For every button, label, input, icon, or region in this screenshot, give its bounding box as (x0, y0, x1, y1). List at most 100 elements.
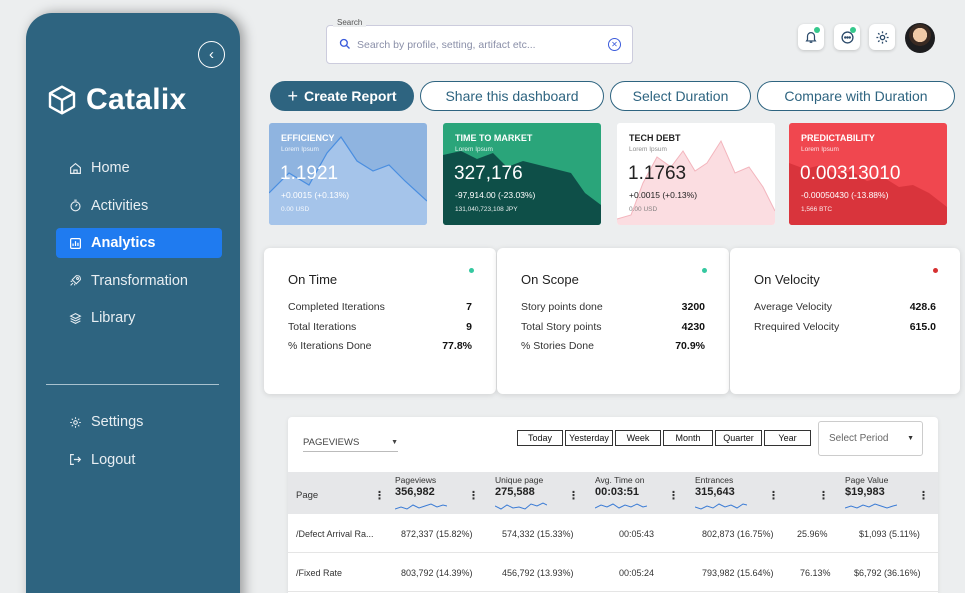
column-total: $19,983 (845, 486, 885, 498)
cell-avg-time: 00:05:24 (619, 568, 655, 578)
gear-icon (68, 415, 82, 429)
kpi-title: TECH DEBT (629, 133, 681, 143)
sidebar-divider (46, 384, 219, 385)
share-dashboard-button[interactable]: Share this dashboard (420, 81, 604, 111)
kpi-card-predictability[interactable]: PREDICTABILITY Lorem Ipsum 0.00313010 -0… (789, 123, 947, 225)
sidebar-item-logout[interactable]: Logout (56, 445, 222, 475)
cell-entrances: 802,873 (16.75%) (702, 529, 774, 539)
compare-duration-button[interactable]: Compare with Duration (757, 81, 955, 111)
sidebar-item-label: Activities (91, 197, 149, 214)
status-dot (469, 268, 474, 273)
sidebar-item-library[interactable]: Library (56, 303, 222, 333)
avatar[interactable] (905, 23, 935, 53)
sidebar-nav: Home Activities Analytics Transformation… (56, 153, 222, 341)
cell-page[interactable]: /Defect Arrival Ra... (296, 529, 374, 539)
sidebar-item-settings[interactable]: Settings (56, 407, 222, 437)
home-icon (68, 161, 82, 175)
sidebar: ‹ Catalix Home Activities Analytics Tran… (26, 13, 240, 593)
column-sparkline (495, 502, 547, 510)
messages-button[interactable] (834, 24, 860, 50)
stat-label: Completed Iterations (288, 301, 385, 313)
kpi-value: 1.1763 (628, 163, 687, 184)
period-year-button[interactable]: Year (764, 430, 811, 446)
sidebar-bottom-nav: Settings Logout (56, 407, 222, 482)
stat-row: Average Velocity 428.6 (754, 301, 936, 313)
timer-icon (68, 199, 82, 213)
stat-value: 9 (466, 321, 472, 333)
settings-button[interactable] (869, 24, 895, 50)
metric-select[interactable]: PAGEVIEWS ▼ (303, 437, 398, 452)
notification-dot (814, 27, 820, 33)
kpi-card-efficiency[interactable]: EFFICIENCY Lorem Ipsum 1.1921 +0.0015 (+… (269, 123, 427, 225)
sidebar-item-transformation[interactable]: Transformation (56, 266, 222, 296)
stat-row: % Iterations Done 77.8% (288, 340, 472, 352)
kpi-subtitle: Lorem Ipsum (629, 146, 667, 153)
search-label: Search (333, 18, 367, 27)
column-menu-icon[interactable]: ⋮ (818, 489, 829, 502)
cell-rate: 25.96% (797, 529, 828, 539)
period-today-button[interactable]: Today (517, 430, 563, 446)
plus-icon: + (287, 85, 298, 106)
period-quarter-button[interactable]: Quarter (715, 430, 762, 446)
column-header-page[interactable]: Page (296, 490, 318, 501)
create-report-button[interactable]: + Create Report (270, 81, 414, 111)
select-duration-label: Select Duration (632, 88, 729, 104)
cell-page-value: $6,792 (36.16%) (854, 568, 921, 578)
table-header: Page ⋮ Pageviews 356,982 ⋮ Unique page 2… (288, 472, 938, 514)
cell-entrances: 793,982 (15.64%) (702, 568, 774, 578)
cell-pageviews: 872,337 (15.82%) (401, 529, 473, 539)
search-icon (339, 38, 350, 49)
sidebar-item-activities[interactable]: Activities (56, 191, 222, 221)
column-menu-icon[interactable]: ⋮ (918, 489, 929, 502)
kpi-title: PREDICTABILITY (801, 133, 875, 143)
sidebar-item-label: Transformation (91, 272, 188, 289)
stat-card-on-time: On Time Completed Iterations 7 Total Iter… (264, 248, 496, 394)
cell-page-value: $1,093 (5.11%) (859, 529, 920, 539)
period-week-button[interactable]: Week (615, 430, 661, 446)
cell-page[interactable]: /Fixed Rate (296, 568, 342, 578)
column-total: 356,982 (395, 486, 435, 498)
column-menu-icon[interactable]: ⋮ (768, 489, 779, 502)
message-dot (850, 27, 856, 33)
table-row[interactable]: /Defect Arrival Ra... 872,337 (15.82%) 5… (288, 515, 938, 553)
column-sparkline (845, 503, 897, 509)
select-duration-button[interactable]: Select Duration (610, 81, 751, 111)
column-total: 00:03:51 (595, 486, 640, 498)
kpi-footer: 0.00 USD (281, 206, 310, 213)
brand-name: Catalix (86, 83, 187, 116)
column-label: Pageviews (395, 475, 437, 485)
clear-search-icon[interactable]: ✕ (608, 38, 621, 51)
stat-label: Story points done (521, 301, 603, 313)
column-menu-icon[interactable]: ⋮ (668, 489, 679, 502)
collapse-sidebar-button[interactable]: ‹ (198, 41, 225, 68)
column-menu-icon[interactable]: ⋮ (374, 489, 385, 502)
column-label: Unique page (495, 475, 544, 485)
period-month-button[interactable]: Month (663, 430, 713, 446)
sidebar-item-home[interactable]: Home (56, 153, 222, 183)
cell-pageviews: 803,792 (14.39%) (401, 568, 473, 578)
stat-value: 428.6 (909, 301, 936, 313)
stat-label: % Stories Done (521, 340, 594, 352)
kpi-change: +0.0015 (+0.13%) (629, 190, 698, 200)
column-menu-icon[interactable]: ⋮ (468, 489, 479, 502)
kpi-value: 327,176 (454, 163, 523, 184)
sidebar-item-analytics[interactable]: Analytics (56, 228, 222, 258)
kpi-card-time-to-market[interactable]: TIME TO MARKET Lorem Ipsum 327,176 -97,9… (443, 123, 601, 225)
kpi-footer: 1,566 BTC (801, 206, 833, 213)
notifications-button[interactable] (798, 24, 824, 50)
chevron-left-icon: ‹ (209, 46, 214, 63)
search-input[interactable]: Search by profile, setting, artifact etc… (326, 25, 633, 64)
sidebar-item-label: Analytics (91, 235, 156, 251)
select-period-dropdown[interactable]: Select Period ▼ (818, 421, 923, 456)
stat-row: Story points done 3200 (521, 301, 705, 313)
column-label: Page Value (845, 475, 889, 485)
stat-value: 615.0 (909, 321, 936, 333)
stat-label: Average Velocity (754, 301, 833, 313)
stat-card-on-scope: On Scope Story points done 3200 Total Sto… (497, 248, 729, 394)
period-yesterday-button[interactable]: Yesterday (565, 430, 613, 446)
kpi-card-tech-debt[interactable]: TECH DEBT Lorem Ipsum 1.1763 +0.0015 (+0… (617, 123, 775, 225)
cell-unique-pageviews: 574,332 (15.33%) (502, 529, 574, 539)
stat-card-title: On Time (288, 272, 338, 287)
table-row[interactable]: /Fixed Rate 803,792 (14.39%) 456,792 (13… (288, 554, 938, 592)
column-menu-icon[interactable]: ⋮ (568, 489, 579, 502)
